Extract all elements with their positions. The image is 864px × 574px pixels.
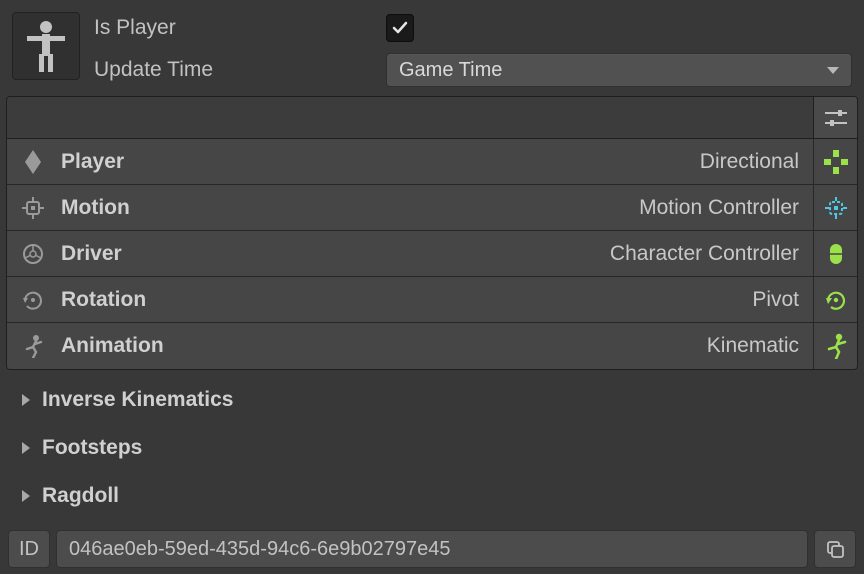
sliders-icon <box>825 109 847 127</box>
sections-header <box>7 97 857 139</box>
sections-panel: Player Directional <box>6 96 858 370</box>
section-value: Directional <box>700 150 799 174</box>
is-player-checkbox[interactable] <box>386 14 414 42</box>
section-row-animation[interactable]: Animation Kinematic <box>7 323 857 369</box>
section-label: Rotation <box>61 288 146 312</box>
copy-id-button[interactable] <box>814 530 856 568</box>
foldouts: Inverse Kinematics Footsteps Ragdoll <box>6 370 858 528</box>
is-player-label: Is Player <box>94 16 386 40</box>
chip-icon <box>21 197 45 219</box>
chevron-down-icon <box>827 67 839 74</box>
update-time-label: Update Time <box>94 58 386 82</box>
wheel-icon <box>21 243 45 265</box>
dpad-icon <box>824 150 848 174</box>
settings-button[interactable] <box>813 97 857 138</box>
chevron-right-icon <box>22 490 30 502</box>
foldout-ragdoll[interactable]: Ragdoll <box>12 472 852 520</box>
id-value-field[interactable]: 046ae0eb-59ed-435d-94c6-6e9b02797e45 <box>56 530 808 568</box>
section-action-motion[interactable] <box>813 185 857 230</box>
section-row-rotation[interactable]: Rotation Pivot <box>7 277 857 323</box>
update-time-value: Game Time <box>399 59 502 82</box>
capsule-icon <box>828 242 844 266</box>
rotate-icon <box>21 289 45 311</box>
section-label: Motion <box>61 196 130 220</box>
foldout-label: Inverse Kinematics <box>42 388 233 412</box>
chip-icon <box>824 196 848 220</box>
section-label: Driver <box>61 242 122 266</box>
section-row-player[interactable]: Player Directional <box>7 139 857 185</box>
id-row: ID 046ae0eb-59ed-435d-94c6-6e9b02797e45 <box>6 530 858 568</box>
foldout-label: Ragdoll <box>42 484 119 508</box>
id-label: ID <box>8 530 50 568</box>
section-action-rotation[interactable] <box>813 277 857 322</box>
section-action-animation[interactable] <box>813 323 857 369</box>
section-value: Pivot <box>752 288 799 312</box>
chevron-right-icon <box>22 394 30 406</box>
section-label: Player <box>61 150 124 174</box>
section-action-player[interactable] <box>813 139 857 184</box>
section-row-driver[interactable]: Driver Character Controller <box>7 231 857 277</box>
section-value: Motion Controller <box>639 196 799 220</box>
copy-icon <box>825 539 845 559</box>
component-header: Is Player Update Time Game Time <box>6 6 858 96</box>
section-row-motion[interactable]: Motion Motion Controller <box>7 185 857 231</box>
section-label: Animation <box>61 334 164 358</box>
section-value: Character Controller <box>610 242 799 266</box>
foldout-footsteps[interactable]: Footsteps <box>12 424 852 472</box>
character-icon <box>12 12 80 80</box>
foldout-label: Footsteps <box>42 436 142 460</box>
section-action-driver[interactable] <box>813 231 857 276</box>
run-icon <box>825 333 847 359</box>
run-icon <box>21 334 45 358</box>
foldout-inverse-kinematics[interactable]: Inverse Kinematics <box>12 376 852 424</box>
check-icon <box>391 19 409 37</box>
diamond-icon <box>21 150 45 174</box>
section-value: Kinematic <box>707 334 799 358</box>
orbit-icon <box>823 288 849 312</box>
chevron-right-icon <box>22 442 30 454</box>
update-time-dropdown[interactable]: Game Time <box>386 53 852 87</box>
